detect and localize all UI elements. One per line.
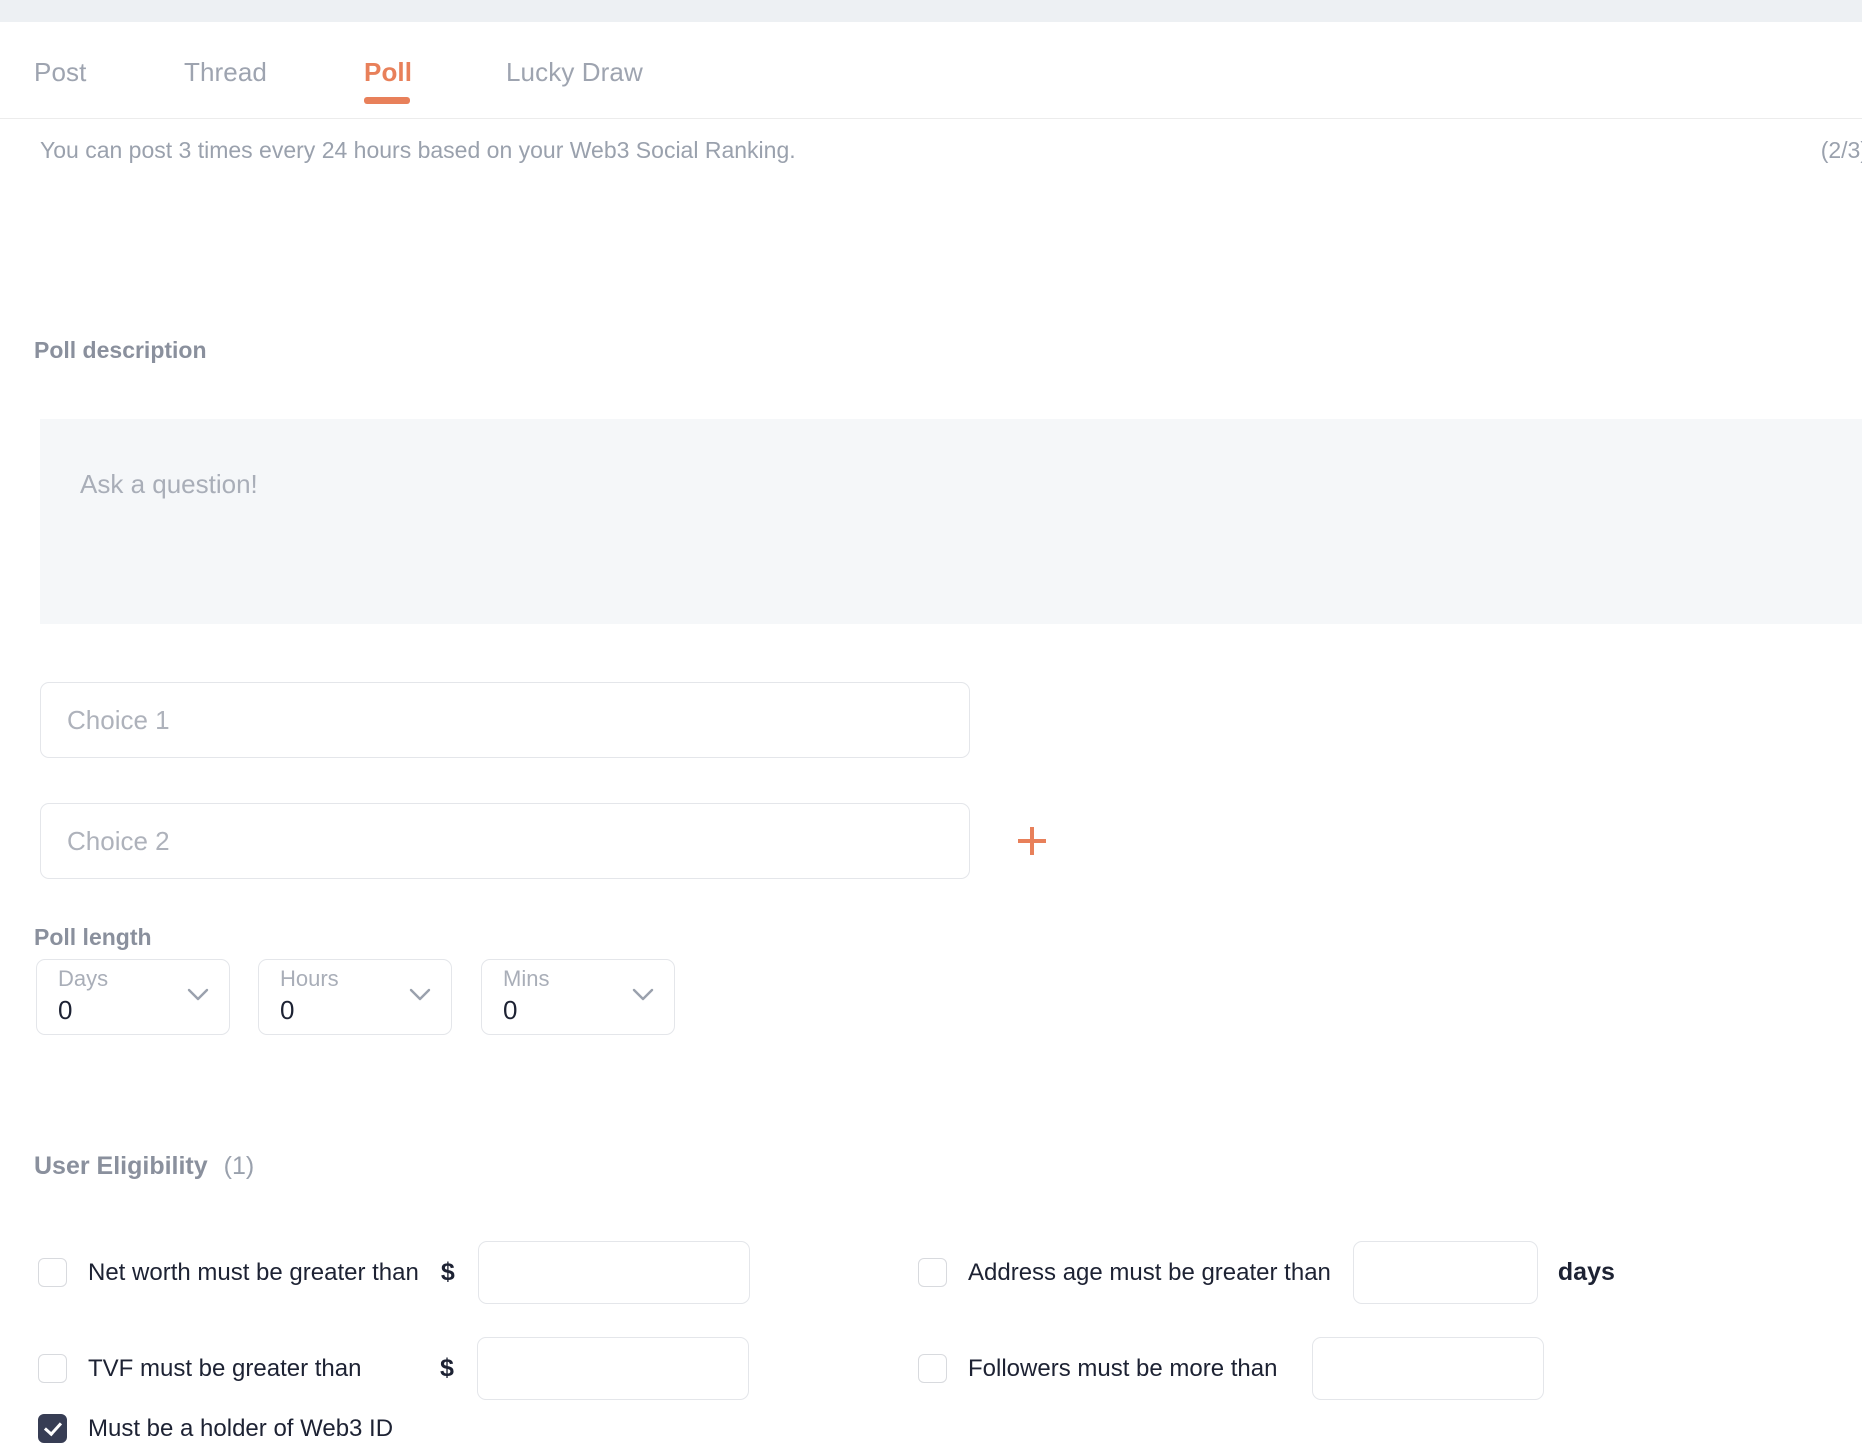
tab-poll[interactable]: Poll — [364, 59, 412, 85]
eligibility-label-web3-id-holder: Must be a holder of Web3 ID — [88, 1415, 393, 1443]
eligibility-option-followers: Followers must be more than — [918, 1337, 1544, 1400]
poll-length-days-select[interactable]: Days 0 — [36, 959, 230, 1035]
post-count-badge: (2/3) — [1821, 137, 1862, 164]
poll-length-hours-value: 0 — [280, 997, 294, 1023]
tab-thread[interactable]: Thread — [184, 59, 267, 85]
eligibility-value-input-tvf[interactable] — [477, 1337, 749, 1400]
poll-choice-1-input[interactable]: Choice 1 — [40, 682, 970, 758]
chevron-down-icon — [187, 988, 209, 1002]
window-top-strip — [0, 0, 1862, 22]
notice-row: You can post 3 times every 24 hours base… — [0, 119, 1862, 175]
poll-description-placeholder: Ask a question! — [80, 471, 1862, 497]
poll-choice-1-placeholder: Choice 1 — [67, 705, 170, 736]
eligibility-option-net-worth: Net worth must be greater than $ — [38, 1241, 750, 1304]
eligibility-checkbox-tvf[interactable] — [38, 1354, 67, 1383]
unit-label-days: days — [1558, 1258, 1615, 1287]
poll-length-mins-select[interactable]: Mins 0 — [481, 959, 675, 1035]
poll-choice-2-input[interactable]: Choice 2 — [40, 803, 970, 879]
eligibility-checkbox-net-worth[interactable] — [38, 1258, 67, 1287]
plus-icon — [1015, 824, 1049, 858]
eligibility-label-followers: Followers must be more than — [968, 1355, 1312, 1383]
user-eligibility-heading: User Eligibility (1) — [34, 1152, 254, 1181]
currency-prefix-tvf: $ — [440, 1354, 454, 1383]
poll-length-hours-select[interactable]: Hours 0 — [258, 959, 452, 1035]
composer-tab-bar: Post Thread Poll Lucky Draw — [0, 22, 1862, 119]
eligibility-option-web3-id-holder: Must be a holder of Web3 ID — [38, 1414, 393, 1443]
active-tab-indicator — [364, 97, 410, 104]
poll-description-label: Poll description — [34, 337, 207, 364]
poll-composer-panel: You can post 3 times every 24 hours base… — [0, 119, 1862, 175]
poll-length-days-label: Days — [58, 968, 108, 990]
tab-post[interactable]: Post — [34, 59, 86, 85]
user-eligibility-title: User Eligibility — [34, 1152, 208, 1180]
eligibility-checkbox-followers[interactable] — [918, 1354, 947, 1383]
user-eligibility-count: (1) — [224, 1152, 255, 1180]
eligibility-checkbox-web3-id-holder[interactable] — [38, 1414, 67, 1443]
poll-length-mins-label: Mins — [503, 968, 549, 990]
eligibility-option-tvf: TVF must be greater than $ — [38, 1337, 749, 1400]
eligibility-label-address-age: Address age must be greater than — [968, 1259, 1331, 1287]
poll-description-input[interactable]: Ask a question! — [40, 419, 1862, 624]
currency-prefix-net-worth: $ — [441, 1258, 455, 1287]
tab-lucky-draw[interactable]: Lucky Draw — [506, 59, 643, 85]
poll-length-label: Poll length — [34, 924, 152, 951]
add-choice-button[interactable] — [1010, 819, 1054, 863]
poll-length-days-value: 0 — [58, 997, 72, 1023]
eligibility-value-input-address-age[interactable] — [1353, 1241, 1538, 1304]
chevron-down-icon — [632, 988, 654, 1002]
poll-length-hours-label: Hours — [280, 968, 339, 990]
eligibility-value-input-net-worth[interactable] — [478, 1241, 750, 1304]
post-limit-notice: You can post 3 times every 24 hours base… — [40, 137, 796, 164]
poll-length-mins-value: 0 — [503, 997, 517, 1023]
chevron-down-icon — [409, 988, 431, 1002]
eligibility-checkbox-address-age[interactable] — [918, 1258, 947, 1287]
eligibility-value-input-followers[interactable] — [1312, 1337, 1544, 1400]
eligibility-label-tvf: TVF must be greater than — [88, 1355, 440, 1383]
poll-choice-2-placeholder: Choice 2 — [67, 826, 170, 857]
eligibility-label-net-worth: Net worth must be greater than — [88, 1259, 419, 1287]
eligibility-option-address-age: Address age must be greater than days — [918, 1241, 1615, 1304]
